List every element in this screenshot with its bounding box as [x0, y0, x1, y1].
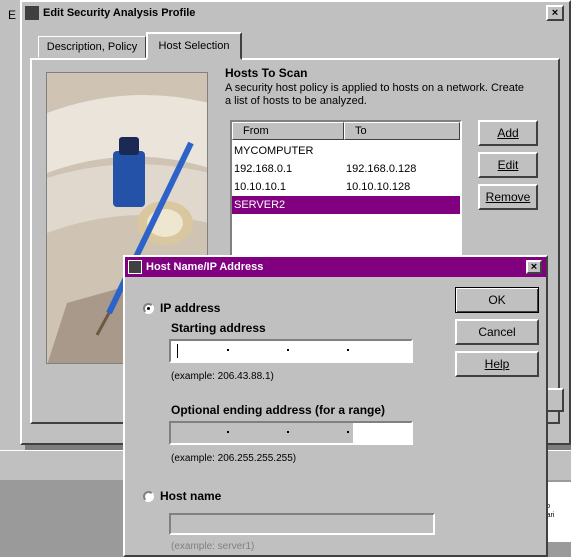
app-icon [25, 6, 39, 20]
background-window-letter: E [8, 8, 17, 22]
host-from: SERVER2 [234, 199, 286, 211]
dialog-close-button[interactable]: × [526, 260, 542, 274]
close-window-button[interactable]: × [546, 5, 564, 21]
host-ip-dialog: Host Name/IP Address × IP address Starti… [123, 255, 548, 557]
host-name-field[interactable] [169, 513, 435, 535]
column-header-to[interactable]: To [344, 122, 460, 140]
cancel-button[interactable]: Cancel [455, 319, 539, 345]
host-from: 10.10.10.1 [234, 181, 286, 193]
ending-address-label: Optional ending address (for a range) [171, 403, 386, 417]
radio-indicator [143, 302, 154, 314]
hosts-heading: Hosts To Scan [225, 66, 308, 80]
ending-address-field[interactable] [169, 421, 413, 445]
host-row-selected[interactable]: SERVER2 [232, 196, 460, 214]
ending-address-example: (example: 206.255.255.255) [171, 453, 297, 464]
host-name-radio[interactable]: Host name [143, 489, 221, 503]
host-to: 192.168.0.128 [346, 163, 417, 175]
host-name-example: (example: server1) [171, 541, 255, 552]
add-button[interactable]: Add [478, 120, 538, 146]
close-icon: × [551, 7, 559, 19]
dialog-icon [128, 260, 142, 274]
ending-address-last-octet [353, 423, 411, 443]
ok-button[interactable]: OK [455, 287, 539, 313]
host-name-label: Host name [160, 489, 222, 503]
starting-address-example: (example: 206.43.88.1) [171, 371, 274, 382]
host-row[interactable]: 10.10.10.1 10.10.10.128 [232, 178, 460, 196]
ip-address-label: IP address [160, 301, 221, 315]
host-from: MYCOMPUTER [234, 145, 314, 157]
window-title: Edit Security Analysis Profile [43, 7, 196, 19]
radio-indicator [143, 490, 154, 502]
edit-button[interactable]: Edit [478, 152, 538, 178]
help-button[interactable]: Help [455, 351, 539, 377]
remove-button[interactable]: Remove [478, 184, 538, 210]
host-to: 10.10.10.128 [346, 181, 411, 193]
ip-address-radio[interactable]: IP address [143, 301, 220, 315]
dialog-title: Host Name/IP Address [146, 261, 264, 273]
starting-address-field[interactable] [169, 339, 413, 363]
host-row[interactable]: 192.168.0.1 192.168.0.128 [232, 160, 460, 178]
host-from: 192.168.0.1 [234, 163, 293, 175]
host-ip-dialog-titlebar[interactable]: Host Name/IP Address [125, 257, 546, 277]
tab-host-selection[interactable]: Host Selection [146, 32, 242, 60]
close-icon: × [530, 261, 538, 273]
starting-address-label: Starting address [171, 321, 266, 335]
text-cursor [177, 344, 178, 358]
tab-description-policy[interactable]: Description, Policy [38, 36, 146, 58]
edit-profile-titlebar[interactable]: Edit Security Analysis Profile [22, 2, 569, 24]
column-header-from[interactable]: From [232, 122, 344, 140]
hosts-description: A security host policy is applied to hos… [225, 82, 524, 107]
host-row[interactable]: MYCOMPUTER [232, 142, 460, 160]
